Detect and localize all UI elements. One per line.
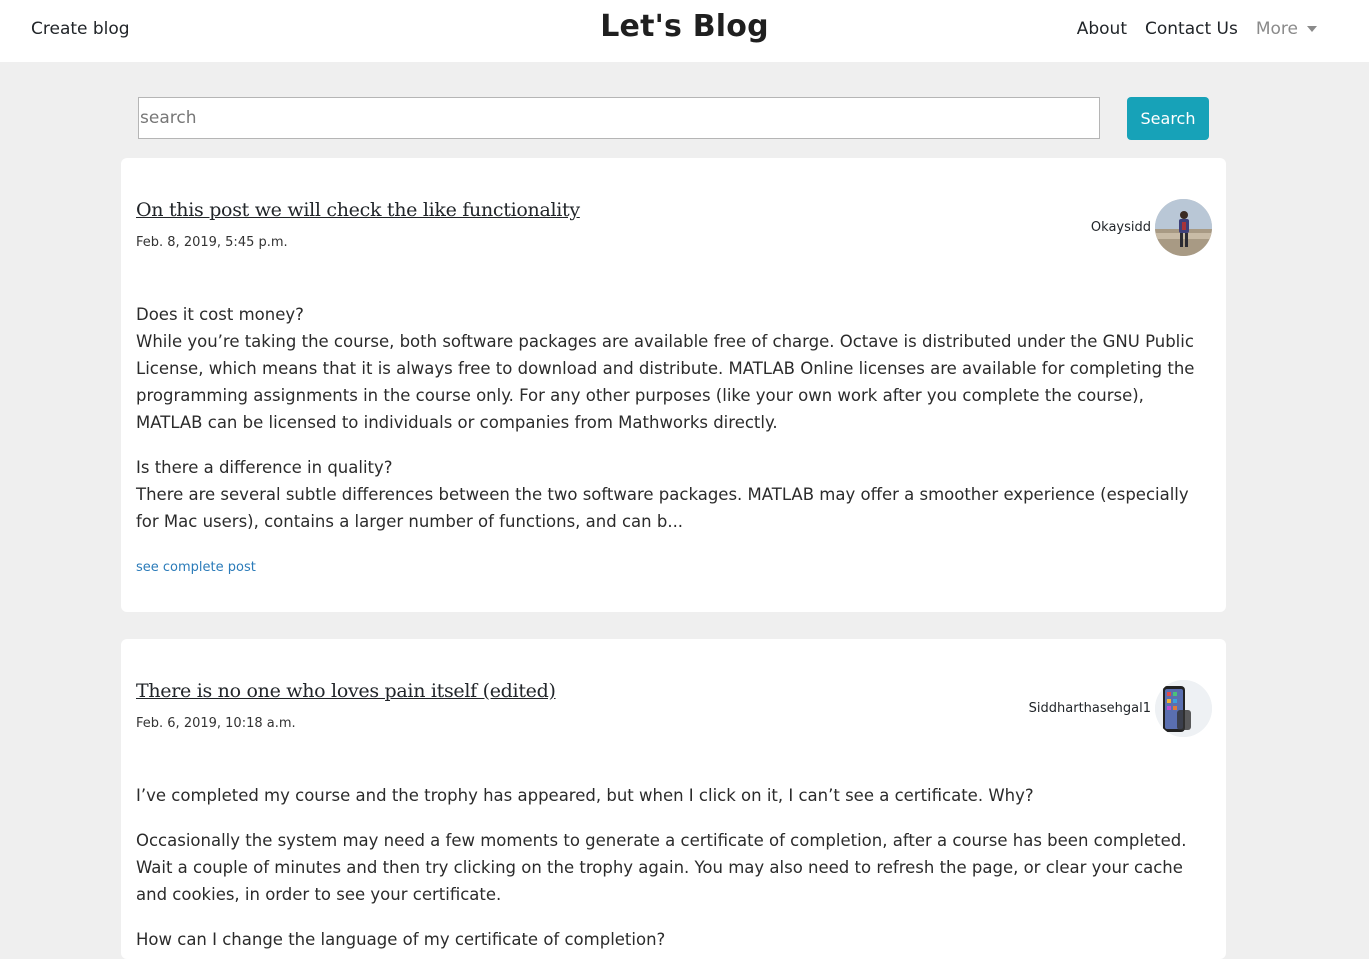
search-input[interactable] (138, 97, 1100, 139)
post-author: Siddharthasehgal1 (1029, 680, 1212, 737)
post-paragraph: While you’re taking the course, both sof… (136, 332, 1195, 432)
post-paragraph: Occasionally the system may need a few m… (136, 831, 1187, 904)
nav-right-menu: About Contact Us More (1059, 19, 1317, 39)
phone-photo-icon (1155, 680, 1212, 737)
contact-us-link[interactable]: Contact Us (1145, 19, 1238, 39)
post-card: There is no one who loves pain itself (e… (121, 639, 1226, 959)
post-excerpt: Does it cost money? While you’re taking … (136, 301, 1212, 553)
more-dropdown-label: More (1255, 19, 1298, 39)
post-paragraph: There are several subtle differences bet… (136, 485, 1189, 531)
person-photo-icon (1155, 199, 1212, 256)
post-paragraph: Does it cost money? (136, 305, 304, 324)
avatar[interactable] (1155, 680, 1212, 737)
about-link[interactable]: About (1077, 19, 1127, 39)
author-name[interactable]: Okaysidd (1091, 220, 1151, 235)
post-card: On this post we will check the like func… (121, 158, 1226, 612)
post-title-link[interactable]: There is no one who loves pain itself (e… (136, 680, 556, 702)
post-author: Okaysidd (1091, 199, 1212, 256)
see-complete-post-link[interactable]: see complete post (136, 560, 256, 575)
post-paragraph: I’ve completed my course and the trophy … (136, 786, 1034, 805)
brand-link[interactable]: Let's Blog (600, 9, 769, 44)
post-paragraph: How can I change the language of my cert… (136, 930, 666, 949)
post-paragraph: Is there a difference in quality? (136, 458, 393, 477)
avatar[interactable] (1155, 199, 1212, 256)
search-button[interactable]: Search (1127, 97, 1209, 140)
post-excerpt: I’ve completed my course and the trophy … (136, 782, 1212, 959)
top-navbar: Create blog Let's Blog About Contact Us … (0, 0, 1369, 62)
post-date: Feb. 6, 2019, 10:18 a.m. (136, 716, 296, 731)
more-dropdown[interactable]: More (1256, 19, 1317, 39)
post-date: Feb. 8, 2019, 5:45 p.m. (136, 235, 288, 250)
caret-down-icon (1307, 26, 1317, 32)
post-title-link[interactable]: On this post we will check the like func… (136, 199, 580, 221)
author-name[interactable]: Siddharthasehgal1 (1029, 701, 1151, 716)
